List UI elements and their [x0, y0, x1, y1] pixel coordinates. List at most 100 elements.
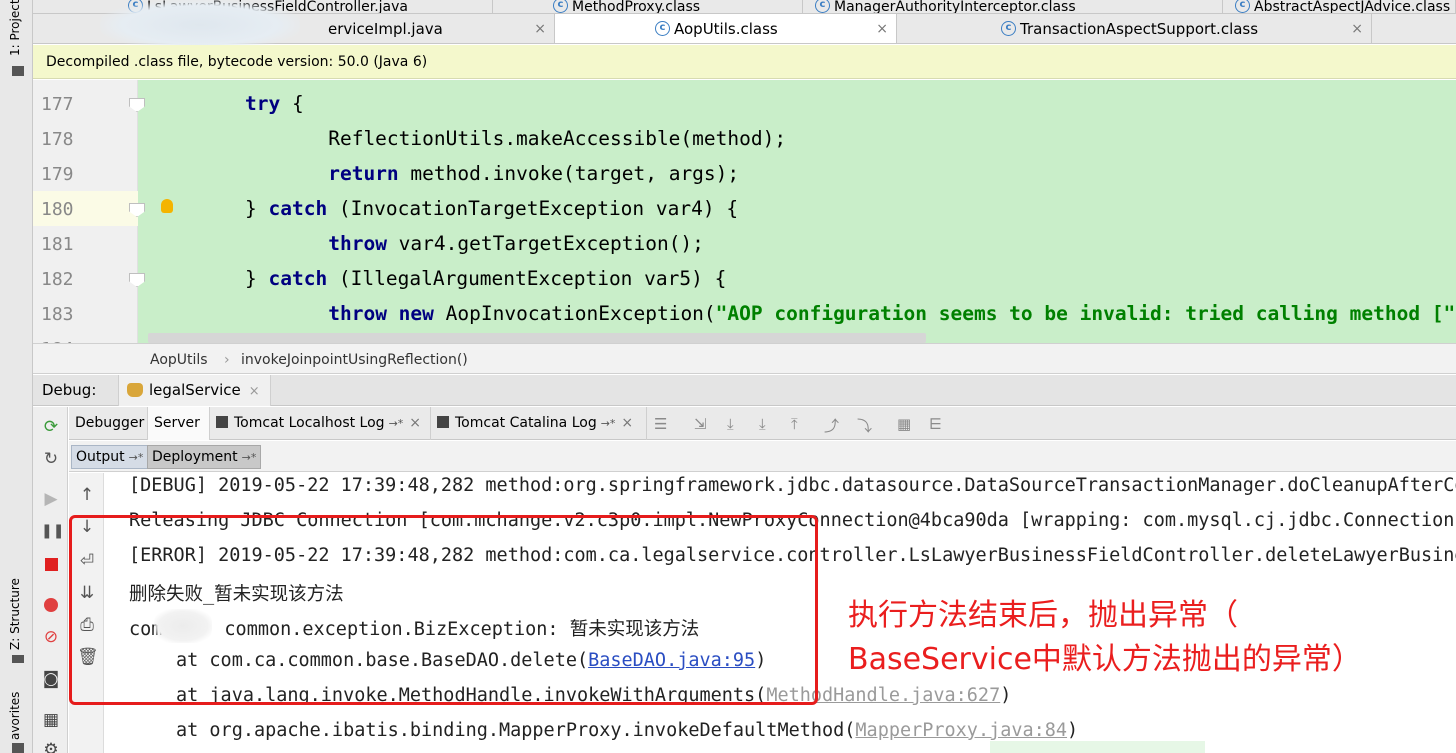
code-line-3: 180 } catch (InvocationTargetException va… — [33, 191, 1456, 226]
fold-marker-icon[interactable] — [129, 98, 145, 112]
code-line-2: 179 return method.invoke(target, args); — [33, 156, 1456, 191]
keyword-token: throw — [328, 232, 387, 255]
console-icon — [437, 416, 449, 428]
tab-abstractaspectj[interactable]: c AbstractAspectJAdvice.class — [1223, 0, 1456, 13]
tab-aoputils[interactable]: c AopUtils.class × — [555, 14, 897, 43]
close-icon[interactable]: × — [409, 415, 421, 431]
breadcrumb: AopUtils › invokeJoinpointUsingReflectio… — [33, 343, 1456, 374]
structure-icon — [12, 655, 24, 663]
line-number: 182 — [41, 269, 74, 290]
favorites-icon — [12, 743, 24, 753]
code-text: } catch (IllegalArgumentException var5) … — [245, 267, 726, 290]
code-text: ReflectionUtils.makeAccessible(method); — [293, 127, 786, 150]
source-link[interactable]: MapperProxy.java:84 — [855, 720, 1067, 741]
structure-tool-tab[interactable]: Z: Structure — [8, 578, 22, 650]
code-token: (InvocationTargetException var4) { — [327, 197, 739, 220]
close-icon[interactable]: × — [534, 21, 546, 37]
favorites-tool-tab[interactable]: avorites — [8, 692, 22, 740]
settings-icon[interactable]: ⚙ — [41, 740, 61, 753]
annotation-text-line2: BaseService中默认方法抛出的异常） — [848, 642, 1362, 677]
session-name: legalService — [149, 381, 241, 399]
code-text: } catch (InvocationTargetException var4)… — [245, 197, 738, 220]
console-line: [DEBUG] 2019-05-22 17:39:48,282 method:o… — [129, 475, 1456, 496]
code-token: method.invoke(target, args); — [398, 162, 740, 185]
blurred-region — [100, 0, 300, 50]
debug-session-tab[interactable]: legalService × — [118, 375, 271, 406]
code-text: return method.invoke(target, args); — [293, 162, 739, 185]
step-over-icon[interactable]: ⤓ — [727, 415, 734, 433]
pin-icon[interactable]: →* — [242, 451, 257, 464]
stop-icon[interactable] — [41, 555, 61, 575]
show-execution-point-icon[interactable]: ⇲ — [694, 415, 707, 433]
tab-methodproxy[interactable]: c MethodProxy.class — [493, 0, 803, 13]
tab-server[interactable]: Server — [148, 407, 210, 440]
code-editor[interactable]: 177 try { 178 ReflectionUtils.makeAccessib… — [33, 80, 1456, 343]
class-file-icon: c — [1235, 0, 1250, 13]
line-number: 178 — [41, 129, 74, 150]
breadcrumb-method[interactable]: invokeJoinpointUsingReflection() — [241, 352, 468, 368]
tab-label: MethodProxy.class — [572, 0, 701, 13]
view-breakpoints-icon[interactable] — [41, 595, 61, 615]
output-tabs: Output →* Deployment →* — [69, 441, 1456, 472]
tab-output[interactable]: Output →* — [71, 445, 149, 469]
code-text: throw var4.getTargetException(); — [293, 232, 704, 255]
decompiled-banner: Decompiled .class file, bytecode version… — [33, 45, 1456, 79]
line-number: 180 — [41, 199, 74, 220]
close-icon[interactable]: × — [249, 384, 260, 399]
code-line-5: 182} catch (IllegalArgumentException var… — [33, 261, 1456, 296]
tab-tomcat-localhost-log[interactable]: Tomcat Localhost Log →* × — [210, 407, 431, 440]
fold-marker-icon[interactable] — [129, 273, 145, 287]
line-number: 179 — [41, 164, 74, 185]
pin-icon[interactable]: →* — [601, 417, 616, 430]
close-icon[interactable]: × — [876, 21, 888, 37]
code-token: { — [280, 92, 304, 115]
code-token: ReflectionUtils.makeAccessible(method); — [293, 127, 787, 150]
string-token: "AOP configuration seems to be invalid: … — [715, 302, 1456, 325]
resume-icon[interactable]: ▶ — [41, 489, 61, 509]
lightbulb-icon[interactable] — [161, 199, 173, 213]
keyword-token: catch — [268, 267, 328, 290]
pin-icon[interactable]: →* — [389, 417, 404, 430]
tab-tomcat-catalina-log[interactable]: Tomcat Catalina Log →* × — [431, 407, 647, 440]
restart-icon[interactable]: ↻ — [41, 449, 61, 469]
up-arrow-icon[interactable]: ↑ — [77, 485, 97, 505]
keyword-token: return — [328, 162, 399, 185]
mute-breakpoints-icon[interactable]: ⊘ — [41, 627, 61, 647]
camera-icon[interactable]: ◙ — [41, 669, 61, 689]
code-token: } — [245, 197, 269, 220]
close-icon[interactable]: × — [1351, 21, 1363, 37]
pause-icon[interactable]: ❚❚ — [41, 521, 64, 541]
code-line-0: 177 try { — [33, 86, 1456, 121]
breadcrumb-class[interactable]: AopUtils — [150, 352, 208, 368]
tab-label: Server — [154, 415, 200, 431]
drop-frame-icon[interactable]: ⤴ — [824, 415, 839, 436]
line-number: 181 — [41, 234, 74, 255]
debug-side-toolbar: ⟳ ↻ ▶ ❚❚ ⊘ ◙ ▦ ⚙ — [33, 407, 68, 753]
code-token: } — [245, 267, 269, 290]
menu-icon[interactable]: ☰ — [654, 415, 667, 433]
tab-deployment[interactable]: Deployment →* — [147, 445, 262, 469]
stack-frame-text: ) — [1067, 720, 1079, 741]
left-tool-strip: 1: Project Z: Structure avorites — [0, 0, 33, 753]
trace-icon[interactable]: ⋿ — [929, 415, 942, 433]
step-out-icon[interactable]: ⤒ — [791, 415, 798, 433]
project-tool-tab[interactable]: 1: Project — [8, 0, 22, 56]
horizontal-scrollbar[interactable] — [148, 333, 926, 343]
tab-debugger[interactable]: Debugger — [69, 407, 148, 440]
step-into-icon[interactable]: ⤓ — [759, 415, 766, 433]
tab-managerauthority[interactable]: c ManagerAuthorityInterceptor.class — [803, 0, 1223, 13]
rerun-icon[interactable]: ⟳ — [41, 417, 61, 437]
close-icon[interactable]: × — [621, 415, 633, 431]
tab-label: AopUtils.class — [674, 19, 778, 38]
tab-transactionaspect[interactable]: c TransactionAspectSupport.class × — [897, 14, 1372, 43]
evaluate-icon[interactable]: ▦ — [897, 415, 911, 433]
tab-label: TransactionAspectSupport.class — [1020, 19, 1259, 38]
layout-icon[interactable]: ▦ — [41, 710, 61, 730]
stack-frame-text: ) — [1000, 685, 1012, 706]
pin-icon[interactable]: →* — [129, 451, 144, 464]
run-to-cursor-icon[interactable]: ⤵ — [857, 415, 872, 436]
code-token: (IllegalArgumentException var5) { — [327, 267, 727, 290]
